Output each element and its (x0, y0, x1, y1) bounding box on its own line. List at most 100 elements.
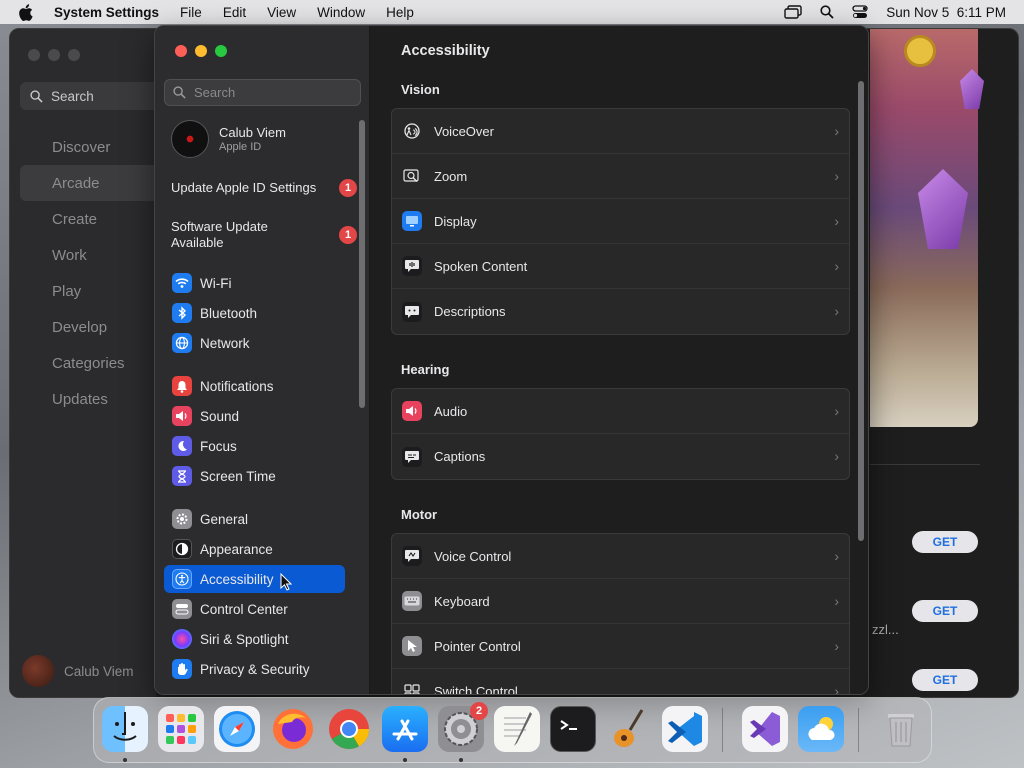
update-apple-id-notice[interactable]: Update Apple ID Settings 1 (171, 179, 361, 197)
menu-window[interactable]: Window (317, 5, 365, 20)
app-subtitle-partial: zzl... (872, 622, 899, 637)
settings-search-field[interactable]: Search (164, 79, 361, 106)
speech-bubble-icon (402, 256, 422, 276)
sidebar-item-appearance[interactable]: Appearance (164, 535, 345, 563)
sidebar-item-accessibility[interactable]: Accessibility (164, 565, 345, 593)
spotlight-search-icon[interactable] (820, 5, 834, 19)
get-button[interactable]: GET (912, 669, 978, 691)
weather-icon[interactable] (798, 706, 844, 752)
visual-studio-icon[interactable] (742, 706, 788, 752)
motor-group: Voice Control › Keyboard › Pointer Contr… (391, 533, 850, 694)
row-label: VoiceOver (434, 123, 494, 139)
finder-icon[interactable] (102, 706, 148, 752)
chrome-icon[interactable] (326, 706, 372, 752)
settings-search-placeholder: Search (194, 85, 236, 100)
firefox-icon[interactable] (270, 706, 316, 752)
sidebar-scrollbar[interactable] (359, 120, 365, 408)
menu-app-name[interactable]: System Settings (54, 5, 159, 20)
launchpad-icon[interactable] (158, 706, 204, 752)
sidebar-item-focus[interactable]: Focus (164, 432, 345, 460)
menu-edit[interactable]: Edit (223, 5, 246, 20)
software-update-notice[interactable]: Software Update Available 1 (171, 219, 361, 251)
safari-icon[interactable] (214, 706, 260, 752)
apple-menu-icon[interactable] (18, 3, 34, 21)
get-button[interactable]: GET (912, 600, 978, 622)
running-indicator (459, 758, 463, 762)
row-spoken-content[interactable]: Spoken Content › (392, 244, 849, 289)
sidebar-item-wifi[interactable]: Wi-Fi (164, 269, 345, 297)
app-store-nav-categories[interactable]: Categories (20, 345, 156, 381)
row-switch-control[interactable]: Switch Control › (392, 669, 849, 694)
vscode-icon[interactable] (662, 706, 708, 752)
apple-id-row[interactable]: Calub Viem Apple ID (171, 120, 286, 158)
close-button[interactable] (175, 45, 187, 57)
close-button[interactable] (28, 49, 40, 61)
notification-badge: 1 (339, 226, 357, 244)
minimize-button[interactable] (48, 49, 60, 61)
sidebar-item-bluetooth[interactable]: Bluetooth (164, 299, 345, 327)
sidebar-item-siri-spotlight[interactable]: Siri & Spotlight (164, 625, 345, 653)
garageband-icon[interactable] (606, 706, 652, 752)
sidebar-item-sound[interactable]: Sound (164, 402, 345, 430)
app-store-account[interactable]: Calub Viem (22, 655, 134, 687)
dock: 2 (93, 697, 932, 763)
menu-clock[interactable]: Sun Nov 5 6:11 PM (886, 5, 1006, 20)
row-voice-control[interactable]: Voice Control › (392, 534, 849, 579)
zoom-button[interactable] (68, 49, 80, 61)
window-controls (175, 45, 227, 57)
row-captions[interactable]: Captions › (392, 434, 849, 479)
notification-badge: 1 (339, 179, 357, 197)
get-button[interactable]: GET (912, 531, 978, 553)
notification-badge: 2 (470, 702, 488, 720)
sidebar-item-label: Focus (200, 438, 237, 454)
voice-control-icon (402, 546, 422, 566)
app-store-nav-create[interactable]: Create (20, 201, 156, 237)
app-store-nav-updates[interactable]: Updates (20, 381, 156, 417)
dock-separator (858, 708, 859, 752)
sidebar-item-label: Accessibility (200, 571, 274, 587)
arcade-hero-banner[interactable] (870, 29, 984, 427)
row-label: Pointer Control (434, 638, 521, 654)
sidebar-item-notifications[interactable]: Notifications (164, 372, 345, 400)
sidebar-item-screen-time[interactable]: Screen Time (164, 462, 345, 490)
page-title: Accessibility (401, 43, 490, 59)
sidebar-item-privacy-security[interactable]: Privacy & Security (164, 655, 345, 683)
appearance-icon (172, 539, 192, 559)
row-pointer-control[interactable]: Pointer Control › (392, 624, 849, 669)
app-store-search-field[interactable]: Search (20, 82, 156, 110)
sidebar-item-control-center[interactable]: Control Center (164, 595, 345, 623)
row-keyboard[interactable]: Keyboard › (392, 579, 849, 624)
running-indicator (403, 758, 407, 762)
screen-mirroring-icon[interactable] (784, 5, 802, 19)
sidebar-item-network[interactable]: Network (164, 329, 345, 357)
app-store-icon[interactable] (382, 706, 428, 752)
row-descriptions[interactable]: Descriptions › (392, 289, 849, 334)
settings-sidebar: Search Calub Viem Apple ID Update Apple … (155, 26, 370, 694)
row-zoom[interactable]: Zoom › (392, 154, 849, 199)
sidebar-item-general[interactable]: General (164, 505, 345, 533)
content-scrollbar[interactable] (858, 81, 864, 541)
control-center-icon[interactable] (852, 5, 868, 19)
menu-help[interactable]: Help (386, 5, 414, 20)
menu-view[interactable]: View (267, 5, 296, 20)
divider (870, 464, 980, 465)
hand-icon (172, 659, 192, 679)
row-voiceover[interactable]: VoiceOver › (392, 109, 849, 154)
user-subtitle: Apple ID (219, 141, 262, 153)
textedit-icon[interactable] (494, 706, 540, 752)
chevron-right-icon: › (834, 448, 839, 464)
trash-icon[interactable] (878, 706, 924, 752)
app-store-nav-arcade[interactable]: Arcade (20, 165, 156, 201)
wifi-icon (172, 273, 192, 293)
row-display[interactable]: Display › (392, 199, 849, 244)
menu-file[interactable]: File (180, 5, 202, 20)
terminal-icon[interactable] (550, 706, 596, 752)
zoom-button[interactable] (215, 45, 227, 57)
app-store-nav-develop[interactable]: Develop (20, 309, 156, 345)
row-audio[interactable]: Audio › (392, 389, 849, 434)
minimize-button[interactable] (195, 45, 207, 57)
app-store-nav-play[interactable]: Play (20, 273, 156, 309)
siri-icon (172, 629, 192, 649)
app-store-nav-discover[interactable]: Discover (20, 129, 156, 165)
app-store-nav-work[interactable]: Work (20, 237, 156, 273)
